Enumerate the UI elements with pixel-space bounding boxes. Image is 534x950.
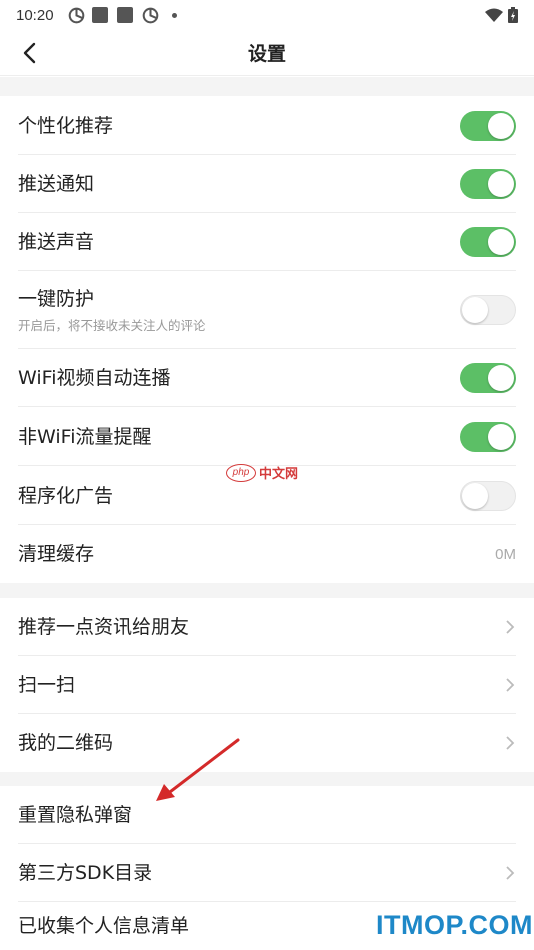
one-click-protection-toggle[interactable] bbox=[460, 295, 516, 325]
setting-row-third-party-sdk-list[interactable]: 第三方SDK目录 bbox=[0, 844, 534, 902]
chevron-right-icon bbox=[506, 736, 515, 750]
itmop-watermark: ITMOP.COM bbox=[376, 910, 534, 940]
nav-bar: 设置 bbox=[0, 30, 534, 76]
chevron-right-icon bbox=[506, 620, 515, 634]
setting-row-scan[interactable]: 扫一扫 bbox=[0, 656, 534, 714]
push-sound-toggle[interactable] bbox=[460, 227, 516, 257]
toggle-knob bbox=[462, 482, 488, 509]
app-notification-icon bbox=[68, 7, 84, 23]
toggle-knob bbox=[488, 423, 514, 450]
setting-label: 第三方SDK目录 bbox=[18, 862, 153, 884]
notification-icon bbox=[91, 7, 108, 23]
personalized-recommendation-toggle[interactable] bbox=[460, 110, 516, 141]
toggle-knob bbox=[488, 112, 514, 139]
chevron-right-icon bbox=[506, 678, 515, 692]
cache-size-value: 0M bbox=[495, 545, 516, 563]
setting-label: 程序化广告 bbox=[18, 484, 114, 507]
push-notification-toggle[interactable] bbox=[460, 169, 516, 199]
setting-row-personalized-recommendation[interactable]: 个性化推荐 bbox=[0, 96, 534, 155]
back-button[interactable] bbox=[14, 38, 44, 68]
more-notifications-dot-icon bbox=[171, 12, 177, 18]
setting-label: 已收集个人信息清单 bbox=[18, 915, 190, 937]
toggle-knob bbox=[488, 171, 514, 197]
annotation-arrow-icon bbox=[156, 738, 240, 801]
wifi-icon bbox=[485, 8, 503, 22]
toggle-knob bbox=[462, 297, 488, 323]
setting-label: WiFi视频自动连播 bbox=[18, 367, 171, 389]
setting-row-push-notification[interactable]: 推送通知 bbox=[0, 155, 534, 213]
setting-row-push-sound[interactable]: 推送声音 bbox=[0, 213, 534, 271]
setting-label: 个性化推荐 bbox=[18, 114, 114, 137]
setting-label: 清理缓存 bbox=[18, 543, 95, 565]
back-arrow-icon bbox=[23, 42, 36, 64]
programmatic-ads-toggle[interactable] bbox=[460, 480, 516, 511]
setting-label: 扫一扫 bbox=[18, 674, 76, 696]
section-gap bbox=[0, 583, 534, 598]
setting-label: 一键防护 bbox=[18, 287, 95, 310]
setting-row-one-click-protection[interactable]: 一键防护 开启后，将不接收未关注人的评论 bbox=[0, 271, 534, 349]
chevron-right-icon bbox=[506, 866, 515, 880]
toggle-knob bbox=[488, 229, 514, 255]
setting-label: 推送声音 bbox=[18, 231, 95, 253]
setting-row-mobile-data-reminder[interactable]: 非WiFi流量提醒 bbox=[0, 407, 534, 466]
setting-label: 推荐一点资讯给朋友 bbox=[18, 616, 190, 638]
status-bar: 10:20 bbox=[0, 0, 534, 30]
php-watermark-text: 中文网 bbox=[259, 467, 299, 482]
setting-row-wifi-autoplay[interactable]: WiFi视频自动连播 bbox=[0, 349, 534, 407]
setting-label: 重置隐私弹窗 bbox=[18, 804, 133, 826]
status-time: 10:20 bbox=[16, 6, 54, 24]
page-title: 设置 bbox=[247, 43, 286, 65]
notification-icon bbox=[116, 7, 133, 23]
wifi-autoplay-toggle[interactable] bbox=[460, 363, 516, 393]
setting-row-reset-privacy-popup[interactable]: 重置隐私弹窗 bbox=[0, 786, 534, 844]
mobile-data-reminder-toggle[interactable] bbox=[460, 421, 516, 452]
section-gap bbox=[0, 77, 534, 96]
setting-label: 推送通知 bbox=[18, 173, 95, 195]
setting-row-my-qr-code[interactable]: 我的二维码 bbox=[0, 714, 534, 772]
php-watermark: php 中文网 bbox=[226, 463, 298, 482]
app-notification-icon bbox=[142, 7, 158, 23]
setting-label: 非WiFi流量提醒 bbox=[18, 425, 152, 448]
battery-icon bbox=[508, 7, 518, 23]
setting-row-clear-cache[interactable]: 清理缓存 0M bbox=[0, 525, 534, 583]
toggle-knob bbox=[488, 365, 514, 391]
setting-description: 开启后，将不接收未关注人的评论 bbox=[18, 317, 206, 333]
setting-row-recommend-to-friends[interactable]: 推荐一点资讯给朋友 bbox=[0, 598, 534, 656]
setting-label: 我的二维码 bbox=[18, 732, 114, 754]
php-logo: php bbox=[226, 463, 256, 482]
section-gap bbox=[0, 772, 534, 786]
